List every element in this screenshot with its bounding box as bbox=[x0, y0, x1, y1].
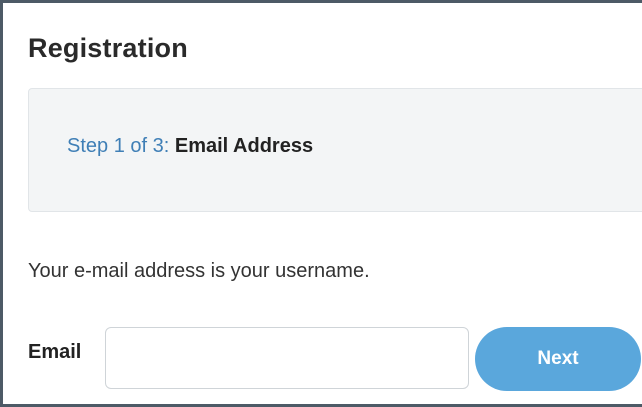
email-label: Email bbox=[28, 341, 82, 363]
page-title: Registration bbox=[28, 33, 188, 63]
email-input[interactable] bbox=[105, 327, 469, 389]
step-indicator-box: Step 1 of 3: Email Address bbox=[28, 88, 642, 212]
next-button[interactable]: Next bbox=[475, 327, 641, 391]
step-name: Email Address bbox=[174, 135, 314, 157]
step-indicator: Step 1 of 3: Email Address bbox=[67, 135, 313, 158]
step-progress-label: Step 1 of 3: bbox=[67, 135, 170, 157]
instruction-text: Your e-mail address is your username. bbox=[28, 260, 370, 282]
registration-panel: Registration Step 1 of 3: Email Address … bbox=[0, 0, 642, 407]
